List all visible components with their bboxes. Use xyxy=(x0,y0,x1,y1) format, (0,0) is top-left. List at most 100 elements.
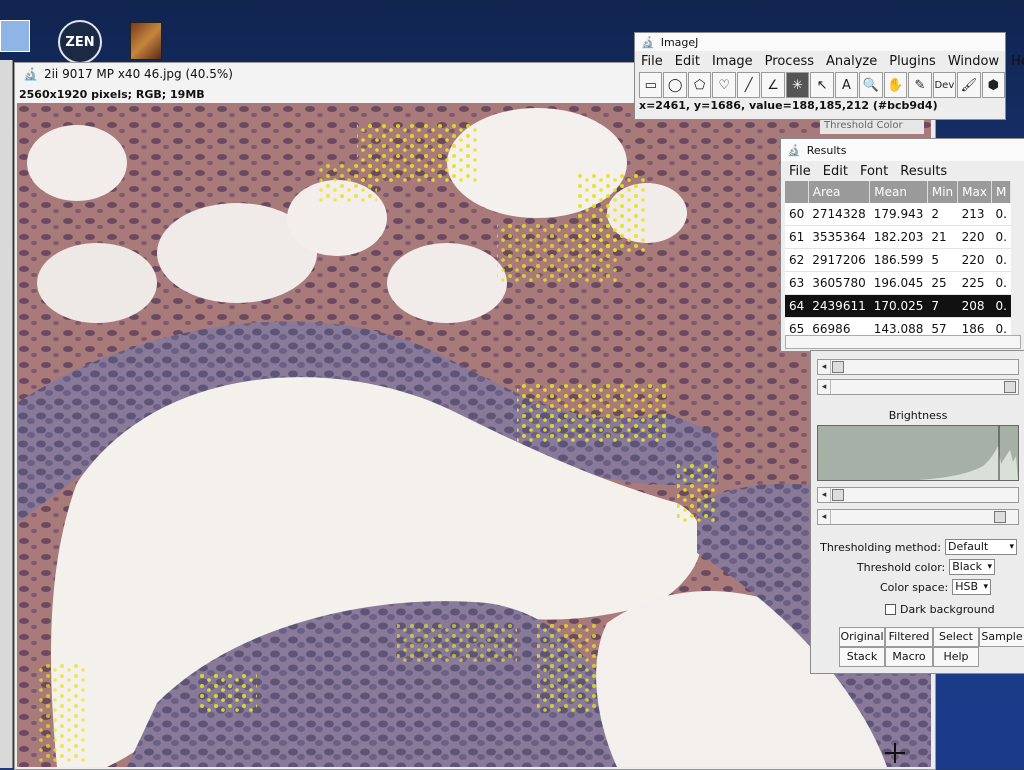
cell-min: 21 xyxy=(927,225,958,249)
checkbox-box[interactable] xyxy=(885,604,896,615)
image-file-desktop-icon[interactable] xyxy=(130,22,162,60)
table-row[interactable]: 63 3605780 196.045 25 225 0. xyxy=(785,271,1011,295)
point-tool-icon[interactable]: ✳ xyxy=(785,72,810,98)
filtered-button[interactable]: Filtered xyxy=(885,627,933,647)
rectangle-tool-icon[interactable]: ▭ xyxy=(639,72,663,98)
cell-mean: 170.025 xyxy=(869,294,928,318)
column-header-mean[interactable]: Mean xyxy=(869,181,928,203)
select-button[interactable]: Select xyxy=(933,627,979,647)
wand-tool-icon[interactable]: ↖ xyxy=(810,72,834,98)
menu-window[interactable]: Window xyxy=(948,54,999,69)
cell-max: 225 xyxy=(957,271,992,295)
cell-max: 213 xyxy=(957,203,992,226)
text-tool-icon[interactable]: A xyxy=(834,72,859,98)
results-menu-font[interactable]: Font xyxy=(860,164,888,179)
threshold-color-window[interactable]: ◂ ◂ Brightness ◂ ◂ Thresholding method: … xyxy=(810,350,1024,674)
freehand-tool-icon[interactable]: ♡ xyxy=(712,72,736,98)
color-space-row: Color space: HSB xyxy=(880,579,991,595)
menu-analyze[interactable]: Analyze xyxy=(826,54,877,69)
dropper-tool-icon[interactable]: ✎ xyxy=(908,72,932,98)
column-header[interactable] xyxy=(785,181,809,203)
menu-image[interactable]: Image xyxy=(712,54,753,69)
results-menu-edit[interactable]: Edit xyxy=(823,164,848,179)
dark-background-checkbox[interactable]: Dark background xyxy=(885,603,995,616)
brightness-min-slider[interactable]: ◂ xyxy=(817,487,1019,503)
brightness-max-slider[interactable]: ◂ xyxy=(817,509,1019,525)
slider-thumb[interactable] xyxy=(1004,381,1016,393)
magnifier-tool-icon[interactable]: 🔍 xyxy=(859,72,883,98)
computer-desktop-icon[interactable] xyxy=(0,20,30,52)
threshold-color-tab-title[interactable]: Threshold Color xyxy=(820,120,924,134)
cell-max: 220 xyxy=(957,248,992,272)
results-menu-results[interactable]: Results xyxy=(900,164,947,179)
help-button[interactable]: Help xyxy=(933,647,979,667)
cell-min: 7 xyxy=(927,294,958,318)
histogram-plot xyxy=(818,426,1018,480)
slider-left-arrow-icon[interactable]: ◂ xyxy=(818,380,831,394)
hand-tool-icon[interactable]: ✋ xyxy=(883,72,908,98)
cell-area: 2439611 xyxy=(808,294,870,318)
menu-plugins[interactable]: Plugins xyxy=(889,54,936,69)
menu-edit[interactable]: Edit xyxy=(675,54,700,69)
results-title: Results xyxy=(806,143,847,157)
slider-left-arrow-icon[interactable]: ◂ xyxy=(818,488,831,502)
table-row[interactable]: 60 2714328 179.943 2 213 0. xyxy=(785,203,1011,226)
flood-fill-tool-icon[interactable]: ⬢ xyxy=(981,72,1006,98)
menu-help[interactable]: Help xyxy=(1011,54,1024,69)
cell-mean: 182.203 xyxy=(869,225,928,249)
original-button[interactable]: Original xyxy=(839,627,885,647)
crosshair-cursor-icon xyxy=(885,743,905,763)
imagej-title: ImageJ xyxy=(660,35,699,49)
table-row[interactable]: 61 3535364 182.203 21 220 0. xyxy=(785,225,1011,249)
imagej-titlebar[interactable]: 🔬 ImageJ xyxy=(635,33,1005,51)
macro-button[interactable]: Macro xyxy=(885,647,933,667)
column-header-min[interactable]: Min xyxy=(927,181,959,203)
slider-left-arrow-icon[interactable]: ◂ xyxy=(818,360,831,374)
table-row[interactable]: 62 2917206 186.599 5 220 0. xyxy=(785,248,1011,272)
column-header-max[interactable]: Max xyxy=(957,181,992,203)
brightness-label: Brightness xyxy=(888,409,948,422)
brush-tool-icon[interactable]: 🖌 xyxy=(957,72,981,98)
threshold-color-row: Threshold color: Black xyxy=(857,559,995,575)
threshold-color-select[interactable]: Black xyxy=(949,559,995,575)
cell-area: 2714328 xyxy=(808,203,870,226)
zen-desktop-icon[interactable]: ZEN xyxy=(58,20,102,64)
column-header-more[interactable]: M xyxy=(991,181,1012,203)
menu-process[interactable]: Process xyxy=(765,54,814,69)
imagej-main-window[interactable]: 🔬 ImageJ File Edit Image Process Analyze… xyxy=(634,32,1024,120)
cell-max: 208 xyxy=(957,294,992,318)
polygon-tool-icon[interactable]: ⬠ xyxy=(687,72,712,98)
angle-tool-icon[interactable]: ∠ xyxy=(761,72,785,98)
slider-left-arrow-icon[interactable]: ◂ xyxy=(818,510,831,524)
hue-min-slider[interactable]: ◂ xyxy=(817,359,1019,375)
imagej-microscope-icon: 🔬 xyxy=(787,143,801,157)
results-table: Area Mean Min Max M 60 2714328 179.943 2… xyxy=(785,181,1012,341)
results-titlebar[interactable]: 🔬 Results xyxy=(781,139,1024,161)
slider-thumb[interactable] xyxy=(832,361,844,373)
results-window[interactable]: 🔬 Results File Edit Font Results Area Me… xyxy=(780,138,1024,352)
hue-max-slider[interactable]: ◂ xyxy=(817,379,1019,395)
slider-thumb[interactable] xyxy=(832,489,844,501)
thresholding-method-select[interactable]: Default xyxy=(945,539,1017,555)
image-window-title: 2ii 9017 MP x40 46.jpg (40.5%) xyxy=(43,67,233,81)
results-menu-file[interactable]: File xyxy=(789,164,811,179)
row-index: 60 xyxy=(785,203,809,226)
sample-button[interactable]: Sample xyxy=(979,627,1024,647)
color-space-label: Color space: xyxy=(879,580,949,594)
cell-mean: 179.943 xyxy=(869,203,928,226)
results-horizontal-scrollbar[interactable] xyxy=(785,335,1021,349)
imagej-menubar: File Edit Image Process Analyze Plugins … xyxy=(635,51,1024,71)
row-index: 61 xyxy=(785,225,809,249)
stack-button[interactable]: Stack xyxy=(839,647,885,667)
dev-tool-icon[interactable]: Dev xyxy=(932,72,957,98)
cell-area: 3605780 xyxy=(808,271,870,295)
imagej-toolbar: ▭ ◯ ⬠ ♡ ╱ ∠ ✳ ↖ A 🔍 ✋ ✎ Dev 🖌 ⬢ xyxy=(635,71,1006,99)
table-row-selected[interactable]: 64 2439611 170.025 7 208 0. xyxy=(785,294,1011,318)
column-header-area[interactable]: Area xyxy=(808,181,871,203)
slider-thumb[interactable] xyxy=(994,511,1006,523)
color-space-select[interactable]: HSB xyxy=(952,579,991,595)
line-tool-icon[interactable]: ╱ xyxy=(736,72,761,98)
background-window-edge xyxy=(0,60,13,768)
menu-file[interactable]: File xyxy=(641,54,663,69)
oval-tool-icon[interactable]: ◯ xyxy=(663,72,687,98)
